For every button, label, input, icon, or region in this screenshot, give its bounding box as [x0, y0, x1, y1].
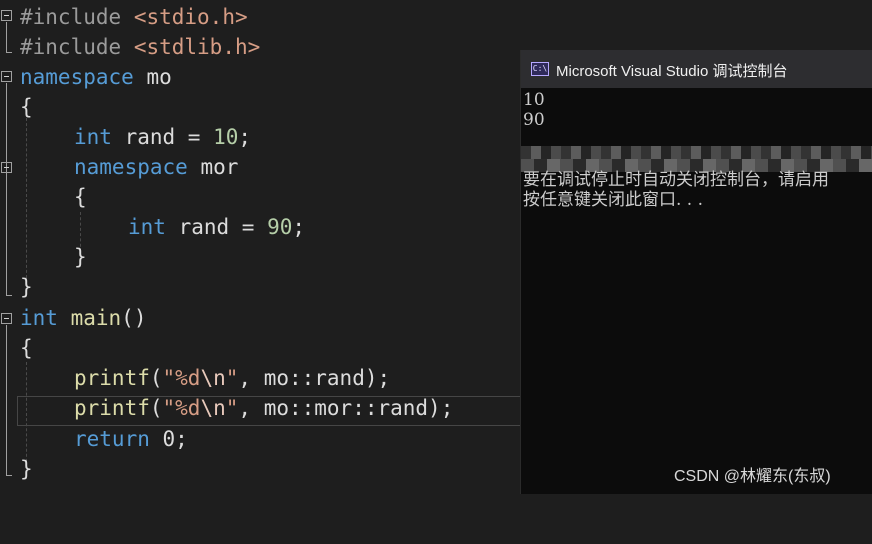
- watermark-text: CSDN @林耀东(东叔): [674, 468, 831, 485]
- code-text: , mo::rand);: [238, 366, 391, 390]
- string-literal: ": [225, 396, 239, 420]
- code-line[interactable]: #include <stdio.h>: [0, 2, 872, 32]
- string-literal: "%d: [162, 366, 201, 390]
- code-text: (: [149, 366, 163, 390]
- brace: {: [20, 95, 33, 119]
- escape-sequence: \n: [200, 366, 226, 390]
- brace: {: [74, 185, 87, 209]
- console-titlebar[interactable]: C:\ Microsoft Visual Studio 调试控制台: [521, 50, 872, 88]
- console-app-icon: C:\: [531, 62, 549, 76]
- redacted-region: [521, 146, 872, 172]
- function-name: printf: [74, 396, 150, 420]
- console-output-line: 90: [523, 110, 545, 130]
- code-text: (): [121, 306, 147, 330]
- include-path: <stdlib.h>: [133, 35, 261, 59]
- console-message-line: 要在调试停止时自动关闭控制台，请启用: [523, 170, 829, 190]
- console-title: Microsoft Visual Studio 调试控制台: [556, 63, 788, 80]
- brace: {: [20, 336, 33, 360]
- preprocessor-directive: #include: [20, 35, 122, 59]
- console-message-line: 按任意键关闭此窗口. . .: [523, 190, 704, 210]
- namespace-name: mor: [187, 155, 239, 179]
- namespace-name: mo: [133, 65, 172, 89]
- include-path: <stdio.h>: [133, 5, 248, 29]
- debug-console-window[interactable]: C:\ Microsoft Visual Studio 调试控制台 10 90 …: [520, 50, 872, 494]
- preprocessor-directive: #include: [20, 5, 122, 29]
- string-literal: "%d: [162, 396, 201, 420]
- console-output-line: 10: [523, 90, 545, 110]
- number-literal: 90: [267, 215, 293, 239]
- code-text: ;: [292, 215, 306, 239]
- keyword: int: [128, 215, 166, 239]
- string-literal: ": [225, 366, 239, 390]
- keyword: int: [20, 306, 58, 330]
- brace: }: [20, 275, 33, 299]
- code-text: , mo::mor::rand);: [238, 396, 454, 420]
- code-text: (: [149, 396, 163, 420]
- code-text: ;: [238, 125, 252, 149]
- code-text: rand =: [111, 125, 214, 149]
- keyword: return: [74, 427, 150, 451]
- code-text: 0;: [149, 427, 188, 451]
- brace: }: [20, 457, 33, 481]
- code-text: rand =: [165, 215, 268, 239]
- keyword: namespace: [74, 155, 188, 179]
- keyword: namespace: [20, 65, 134, 89]
- function-name: printf: [74, 366, 150, 390]
- function-name: main: [70, 306, 122, 330]
- number-literal: 10: [213, 125, 239, 149]
- keyword: int: [74, 125, 112, 149]
- brace: }: [74, 245, 87, 269]
- escape-sequence: \n: [200, 396, 226, 420]
